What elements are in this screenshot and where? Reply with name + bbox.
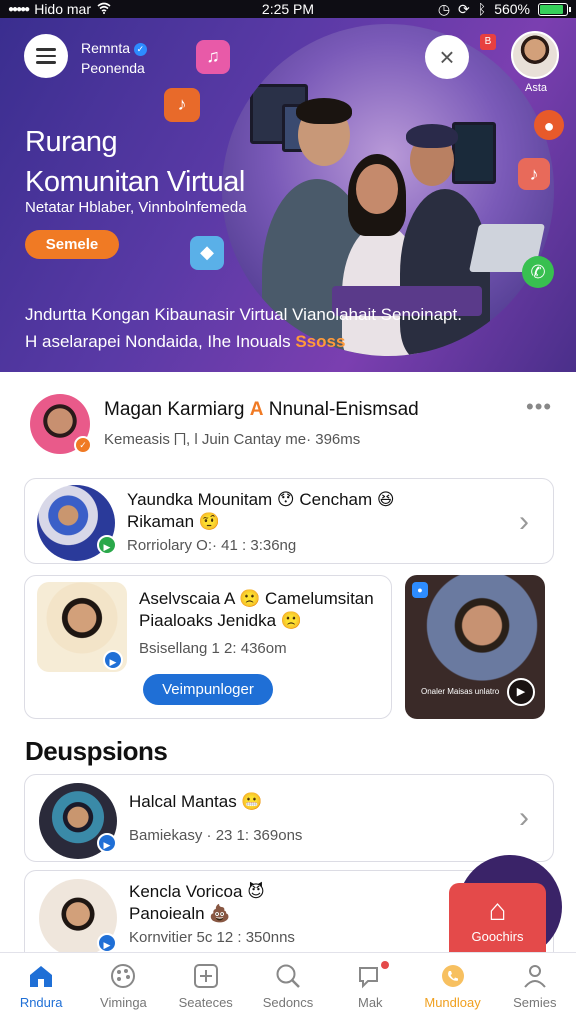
video-thumbnail[interactable]: ● Onaler Maisas unlatro ▶ [405,575,545,719]
nav-label: Sedoncs [262,995,314,1010]
play-icon: ▶ [103,650,123,670]
nav-item-search[interactable]: Sedoncs [247,953,329,1024]
card-meta: Bamiekasy · 23 1: 369ons [129,827,303,844]
play-icon: ▶ [97,933,117,953]
verified-icon: ✓ [133,42,147,56]
card-meta: Rorriolary O:· 41 : 3:36ng [127,537,297,554]
plus-square-icon [190,961,222,991]
nav-label: Mundloay [424,995,481,1010]
card-meta: Kornvitier 5c 12 : 350nns [129,929,295,946]
profile-row[interactable]: ✓ Magan Karmiarg A Nnunal-Enismsad Kemea… [30,394,560,458]
search-icon [272,961,304,991]
phone-icon [437,961,469,991]
home-icon [25,961,57,991]
hero-banner: ♫ ♪ ◆ ♪ ✆ ● Remnta ✓ Peonenda × B Asta R… [0,18,576,372]
battery-percent: 560% [494,1,530,17]
play-icon: ▶ [97,833,117,853]
chevron-right-icon[interactable]: › [519,803,529,833]
profile-name: Magan Karmiarg A Nnunal-Enismsad [104,399,419,421]
status-bar: ●●●●● Hido mar 2:25 PM ◷ ⟳ ᛒ 560% [0,0,576,18]
user-avatar[interactable] [511,31,559,79]
brand-tagline: Peonenda [81,60,145,76]
bottom-nav: Rndura Viminga Seateces Sedoncs Mak Mund… [0,952,576,1024]
card-title-line2: Rikaman 🤨 [127,512,220,531]
sync-icon: ⟳ [458,0,470,17]
card-meta: Bsisellang 1 2: 436om [139,640,287,657]
hero-title: Rurang Komunitan Virtual [25,122,245,202]
chevron-right-icon[interactable]: › [519,507,529,537]
profile-name-text: Magan Karmiarg [104,399,245,420]
user-avatar-label: Asta [524,82,547,94]
house-icon: ⌂ [488,894,507,927]
badge-icon: ✓ [74,436,92,454]
card-title: Yaundka Mounitam 😯 Cencham 😆 Rikaman 🤨 [127,489,395,533]
list-item[interactable]: ▶ Halcal Mantas 😬 Bamiekasy · 23 1: 369o… [24,774,554,862]
card-title-line1: Yaundka Mounitam 😯 Cencham 😆 [127,490,395,509]
carrier-label: Hido mar [34,1,91,17]
hero-description-accent[interactable]: Ssoss [295,332,345,351]
hero-subtitle: Netatar Hblaber, Vinnbolnfemeda [25,199,247,216]
alarm-icon: ◷ [437,0,451,17]
nav-item-mundloay[interactable]: Mundloay [411,953,493,1024]
nav-label: Semies [513,995,557,1010]
nav-label: Seateces [178,995,233,1010]
hero-title-line2: Komunitan Virtual [25,166,245,198]
emoji-icon: ● [534,110,564,140]
hero-cta-button[interactable]: Semele [25,230,119,259]
notification-dot [381,961,390,969]
list-item[interactable]: ▶ Aselvscaia A 🙁 Camelumsitan Piaaloaks … [24,575,392,719]
fab-label: Goochirs [471,929,524,944]
more-options-icon[interactable]: ••• [526,394,552,420]
signal-icon: ●●●●● [8,3,30,15]
hero-description: Jndurtta Kongan Kibaunasir Virtual Viano… [25,301,565,355]
nav-label: Rndura [19,995,63,1010]
music-note-icon: ♪ [518,158,550,190]
hero-description-line1: Jndurtta Kongan Kibaunasir Virtual Viano… [25,305,462,324]
list-item[interactable]: ▶ Yaundka Mounitam 😯 Cencham 😆 Rikaman 🤨… [24,478,554,564]
play-icon[interactable]: ▶ [507,678,535,706]
palette-icon [107,961,139,991]
close-button[interactable]: × [425,35,469,79]
section-title: Deuspsions [25,736,168,766]
nav-item-viminga[interactable]: Viminga [82,953,164,1024]
profile-name-suffix: Nnunal-Enismsad [268,399,419,420]
brand: Remnta ✓ Peonenda [81,38,147,78]
card-title-line1: Kencla Voricoa 😈 [129,882,265,901]
video-caption: Onaler Maisas unlatro [421,687,500,696]
card-title-line1: Aselvscaia A 🙁 Camelumsitan [139,589,374,608]
nav-item-seateces[interactable]: Seateces [165,953,247,1024]
card-title-line2: Piaaloaks Jenidka 🙁 [139,611,302,630]
battery-icon [538,2,571,16]
music-note-icon: ♫ [196,40,230,74]
nav-item-home[interactable]: Rndura [0,953,82,1024]
hero-description-line2: H aselarapei Nondaida, Ihe Inouals [25,332,291,351]
video-badge-icon: ● [412,582,428,598]
cube-icon: ◆ [190,236,224,270]
hamburger-icon [36,48,56,51]
bluetooth-icon: ᛒ [477,1,487,17]
join-button[interactable]: Veimpunloger [143,674,273,705]
music-icon: ♪ [164,88,200,122]
notification-icon[interactable]: B [480,34,496,50]
card-title: Aselvscaia A 🙁 Camelumsitan Piaaloaks Je… [139,588,374,632]
person-icon [519,961,551,991]
play-icon: ▶ [97,535,117,555]
nav-label: Mak [357,995,383,1010]
triangle-icon: A [249,399,264,420]
nav-item-semies[interactable]: Semies [494,953,576,1024]
nav-label: Viminga [100,995,147,1010]
card-title: Kencla Voricoa 😈 Panoiealn 💩 [129,881,265,925]
menu-button[interactable] [24,34,68,78]
whatsapp-icon: ✆ [522,256,554,288]
card-title: Halcal Mantas 😬 [129,792,263,811]
hero-title-line1: Rurang [25,126,118,158]
brand-name: Remnta [81,40,131,56]
profile-meta: Kemeasis ⨅, l Juin Cantay me· 396ms [104,431,361,448]
nav-item-mak[interactable]: Mak [329,953,411,1024]
card-title-line2: Panoiealn 💩 [129,904,231,923]
wifi-icon [97,1,111,17]
